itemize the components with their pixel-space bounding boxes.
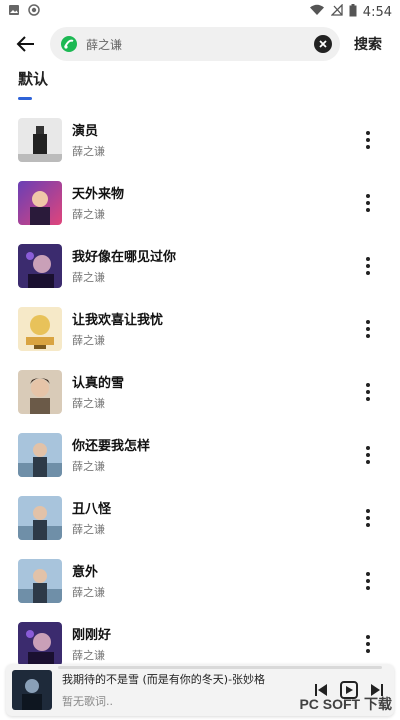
song-title: 你还要我怎样 bbox=[72, 439, 151, 454]
album-cover bbox=[18, 495, 62, 540]
song-artist: 薛之谦 bbox=[72, 523, 105, 536]
close-circle-icon[interactable] bbox=[314, 35, 332, 53]
more-vertical-icon[interactable] bbox=[360, 444, 376, 466]
list-item[interactable]: 意外 薛之谦 bbox=[0, 549, 400, 612]
list-item[interactable]: 我好像在哪见过你 薛之谦 bbox=[0, 234, 400, 297]
song-list: 演员 薛之谦 天外来物 薛之谦 我好像在哪见过你 薛之谦 让我欢喜让我忧 薛之谦 bbox=[0, 108, 400, 675]
now-playing-lyric: 暂无歌词.. bbox=[62, 695, 113, 708]
more-vertical-icon[interactable] bbox=[360, 318, 376, 340]
list-item[interactable]: 认真的雪 薛之谦 bbox=[0, 360, 400, 423]
tab-default[interactable]: 默认 bbox=[18, 68, 48, 100]
search-button[interactable]: 搜索 bbox=[354, 34, 382, 54]
more-vertical-icon[interactable] bbox=[360, 255, 376, 277]
music-note-logo-icon bbox=[60, 35, 78, 53]
song-artist: 薛之谦 bbox=[72, 460, 105, 473]
song-artist: 薛之谦 bbox=[72, 271, 105, 284]
song-title: 认真的雪 bbox=[72, 376, 125, 391]
more-vertical-icon[interactable] bbox=[360, 507, 376, 529]
more-vertical-icon[interactable] bbox=[360, 129, 376, 151]
battery-icon bbox=[349, 3, 357, 21]
list-item[interactable]: 天外来物 薛之谦 bbox=[0, 171, 400, 234]
playback-progress[interactable] bbox=[58, 666, 382, 669]
wifi-icon bbox=[309, 4, 325, 20]
song-title: 演员 bbox=[72, 124, 99, 139]
status-time: 4:54 bbox=[362, 4, 392, 20]
song-artist: 薛之谦 bbox=[72, 334, 105, 347]
album-cover bbox=[18, 117, 62, 162]
tab-label: 默认 bbox=[18, 70, 49, 88]
search-input[interactable] bbox=[86, 37, 314, 51]
list-item[interactable]: 让我欢喜让我忧 薛之谦 bbox=[0, 297, 400, 360]
list-item[interactable]: 丑八怪 薛之谦 bbox=[0, 486, 400, 549]
more-vertical-icon[interactable] bbox=[360, 381, 376, 403]
album-cover bbox=[18, 558, 62, 603]
song-artist: 薛之谦 bbox=[72, 208, 105, 221]
album-cover bbox=[18, 243, 62, 288]
status-left bbox=[8, 4, 40, 20]
now-playing-title: 我期待的不是雪 (而是有你的冬天)-张妙格 bbox=[62, 673, 266, 686]
back-button[interactable] bbox=[8, 26, 44, 62]
song-artist: 薛之谦 bbox=[72, 397, 105, 410]
now-playing-cover bbox=[12, 670, 52, 710]
song-title: 意外 bbox=[72, 565, 99, 580]
album-cover bbox=[18, 306, 62, 351]
song-title: 刚刚好 bbox=[72, 628, 112, 643]
more-vertical-icon[interactable] bbox=[360, 192, 376, 214]
search-field[interactable] bbox=[50, 27, 340, 61]
song-artist: 薛之谦 bbox=[72, 586, 105, 599]
list-item[interactable]: 演员 薛之谦 bbox=[0, 108, 400, 171]
album-cover bbox=[18, 432, 62, 477]
watermark-text: PC SOFT 下载 bbox=[299, 696, 392, 712]
song-artist: 薛之谦 bbox=[72, 145, 105, 158]
search-bar: 搜索 bbox=[0, 26, 400, 62]
more-vertical-icon[interactable] bbox=[360, 570, 376, 592]
status-bar: 4:54 bbox=[0, 0, 400, 24]
record-icon bbox=[28, 4, 40, 20]
song-title: 丑八怪 bbox=[72, 502, 112, 517]
list-item[interactable]: 你还要我怎样 薛之谦 bbox=[0, 423, 400, 486]
more-vertical-icon[interactable] bbox=[360, 633, 376, 655]
song-title: 我好像在哪见过你 bbox=[72, 250, 177, 265]
status-right: 4:54 bbox=[309, 3, 392, 21]
album-cover bbox=[18, 621, 62, 666]
song-artist: 薛之谦 bbox=[72, 649, 105, 662]
signal-icon bbox=[330, 3, 343, 20]
tab-active-indicator bbox=[18, 97, 32, 100]
gallery-icon bbox=[8, 4, 20, 20]
arrow-left-icon bbox=[16, 36, 34, 52]
song-title: 天外来物 bbox=[72, 187, 125, 202]
song-title: 让我欢喜让我忧 bbox=[72, 313, 164, 328]
album-cover bbox=[18, 180, 62, 225]
album-cover bbox=[18, 369, 62, 414]
watermark: PC SOFT 下载 bbox=[299, 694, 392, 714]
